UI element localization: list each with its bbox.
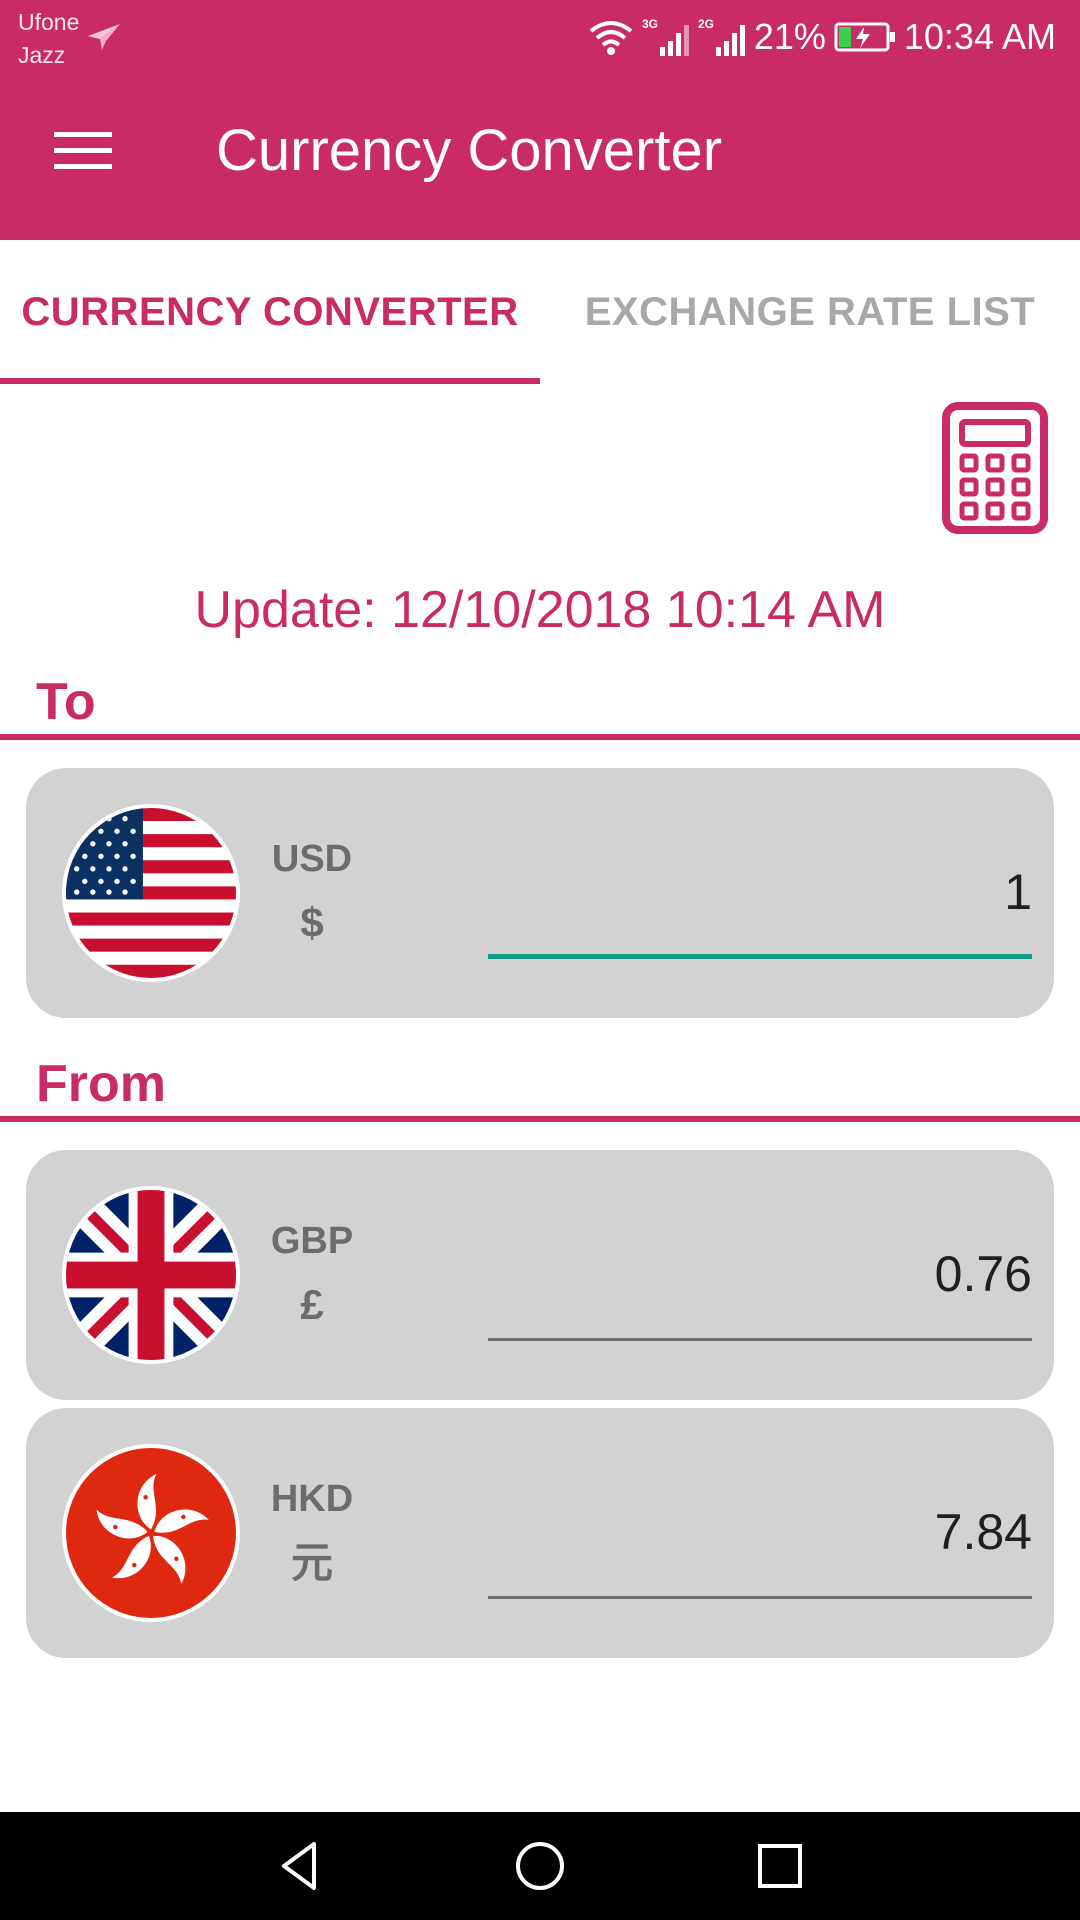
from-label: From xyxy=(36,1055,166,1113)
currency-card-gbp: GBP £ xyxy=(26,1150,1054,1400)
tab-exchange-rate-list[interactable]: EXCHANGE RATE LIST xyxy=(540,240,1080,384)
to-divider xyxy=(0,734,1080,740)
carrier-info: Ufone Jazz xyxy=(18,6,79,72)
amount-input-usd[interactable] xyxy=(488,850,1032,934)
currency-symbol-gbp: £ xyxy=(300,1281,324,1328)
status-bar: Ufone Jazz 3G 2G 21% 10:34 AM xyxy=(0,0,1080,72)
amount-underline-usd xyxy=(488,954,1032,959)
amount-underline-hkd xyxy=(488,1596,1032,1599)
currency-card-usd: USD $ xyxy=(26,768,1054,1018)
back-icon[interactable] xyxy=(270,1836,330,1896)
carrier-2: Jazz xyxy=(18,42,66,68)
system-nav-bar xyxy=(0,1812,1080,1920)
update-timestamp: Update: 12/10/2018 10:14 AM xyxy=(194,581,886,639)
send-notification-icon xyxy=(88,24,120,50)
calculator-icon[interactable] xyxy=(942,402,1048,534)
uk-flag-icon[interactable] xyxy=(62,1186,240,1364)
amount-input-hkd[interactable] xyxy=(488,1490,1032,1574)
app-screen: Ufone Jazz 3G 2G 21% 10:34 AM Currency C… xyxy=(0,0,1080,1920)
tab-currency-converter[interactable]: CURRENCY CONVERTER xyxy=(0,240,540,384)
hk-flag-icon[interactable] xyxy=(62,1444,240,1622)
currency-symbol-hkd: 元 xyxy=(290,1539,333,1586)
currency-card-hkd: HKD 元 xyxy=(26,1408,1054,1658)
battery-charging-icon xyxy=(834,22,895,52)
carrier-1: Ufone xyxy=(18,9,80,35)
currency-code-usd: USD xyxy=(271,838,353,880)
to-label: To xyxy=(36,673,96,731)
network-type-1: 3G xyxy=(642,17,658,31)
status-indicators: 3G 2G 21% 10:34 AM xyxy=(588,12,1056,62)
us-flag-icon[interactable] xyxy=(62,804,240,982)
currency-symbol-usd: $ xyxy=(300,899,324,946)
recents-icon[interactable] xyxy=(750,1836,810,1896)
tab-bar: CURRENCY CONVERTER EXCHANGE RATE LIST xyxy=(0,240,1080,384)
amount-underline-gbp xyxy=(488,1338,1032,1341)
currency-code-gbp: GBP xyxy=(270,1220,354,1262)
signal-3g-icon: 3G xyxy=(642,17,689,56)
amount-input-gbp[interactable] xyxy=(488,1232,1032,1316)
currency-code-hkd: HKD xyxy=(270,1478,354,1520)
from-divider xyxy=(0,1116,1080,1122)
toolbar: Currency Converter xyxy=(0,72,1080,240)
clock: 10:34 AM xyxy=(903,16,1056,57)
battery-percent: 21% xyxy=(753,16,826,57)
network-type-2: 2G xyxy=(698,17,714,31)
tab-indicator xyxy=(0,378,540,384)
home-icon[interactable] xyxy=(510,1836,570,1896)
signal-2g-icon: 2G xyxy=(698,17,745,56)
menu-icon[interactable] xyxy=(54,130,112,172)
wifi-icon xyxy=(589,21,633,55)
app-title: Currency Converter xyxy=(216,118,723,183)
